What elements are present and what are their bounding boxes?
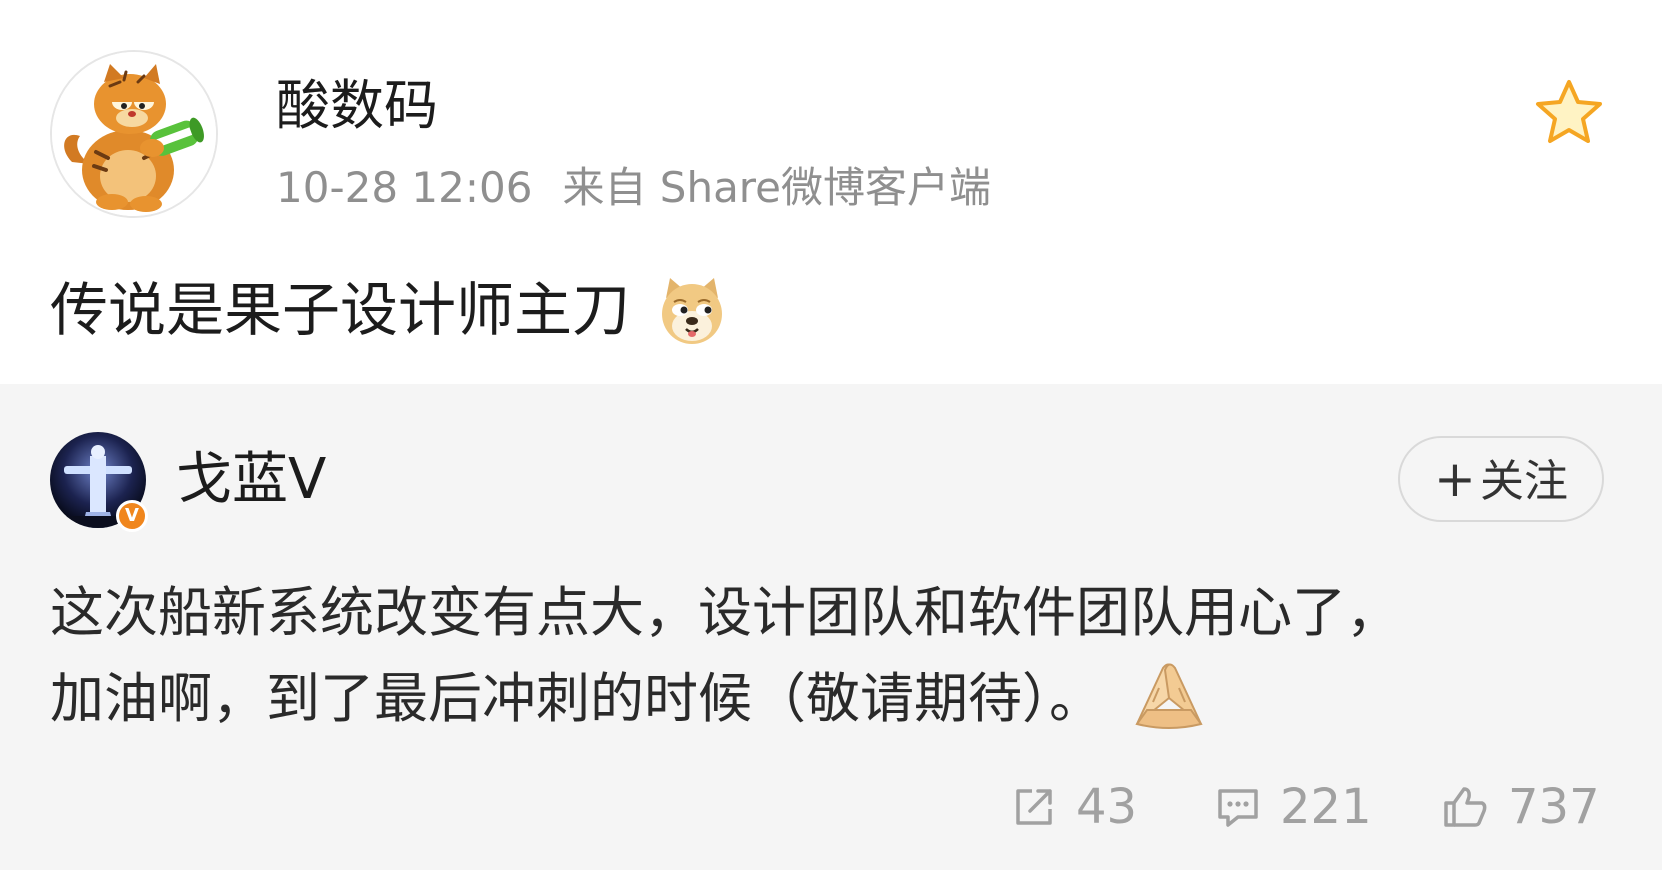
weibo-post: 酸数码 10-28 12:06 来自 Share微博客户端 传说是果子设计师主刀 <box>0 0 1662 384</box>
cat-avatar-image <box>52 52 216 216</box>
share-icon <box>1016 789 1052 825</box>
doge-emoji-icon <box>656 274 728 346</box>
post-text: 传说是果子设计师主刀 <box>50 276 631 344</box>
repost-content: 这次船新系统改变有点大，设计团队和软件团队用心了， 加油啊，到了最后冲刺的时候（… <box>50 570 1590 742</box>
like-count: 737 <box>1508 779 1600 835</box>
retweet-card[interactable]: V 戈蓝V +关注 这次船新系统改变有点大，设计团队和软件团队用心了， 加油啊，… <box>0 384 1662 870</box>
author-avatar[interactable] <box>50 50 218 218</box>
follow-button[interactable]: +关注 <box>1398 436 1604 522</box>
author-name[interactable]: 酸数码 <box>276 70 438 142</box>
share-button[interactable]: 43 <box>1012 772 1137 842</box>
pray-hands-emoji-icon <box>1129 658 1209 730</box>
like-button[interactable]: 737 <box>1442 772 1600 842</box>
repost-text-line-2: 加油啊，到了最后冲刺的时候（敬请期待）。 <box>50 656 1590 742</box>
plus-icon: + <box>1434 450 1476 508</box>
post-meta: 10-28 12:06 来自 Share微博客户端 <box>276 160 991 216</box>
action-bar: 43 221 737 <box>0 772 1662 842</box>
post-timestamp: 10-28 12:06 <box>276 163 533 212</box>
favorite-star-icon[interactable] <box>1534 78 1604 146</box>
comment-button[interactable]: 221 <box>1216 772 1372 842</box>
share-count: 43 <box>1076 779 1138 835</box>
comment-count: 221 <box>1280 779 1372 835</box>
comment-icon <box>1218 789 1258 827</box>
repost-author-avatar[interactable]: V <box>50 432 148 532</box>
repost-text-line: 这次船新系统改变有点大，设计团队和软件团队用心了， <box>50 581 1400 644</box>
follow-label: 关注 <box>1479 456 1568 507</box>
verified-badge-icon: V <box>116 500 148 532</box>
thumbs-up-icon <box>1444 787 1487 827</box>
repost-text-line-2-text: 加油啊，到了最后冲刺的时候（敬请期待）。 <box>50 667 1103 730</box>
post-content: 传说是果子设计师主刀 <box>50 270 728 350</box>
post-source[interactable]: 来自 Share微博客户端 <box>562 163 991 212</box>
repost-author-name[interactable]: 戈蓝V <box>176 444 326 516</box>
